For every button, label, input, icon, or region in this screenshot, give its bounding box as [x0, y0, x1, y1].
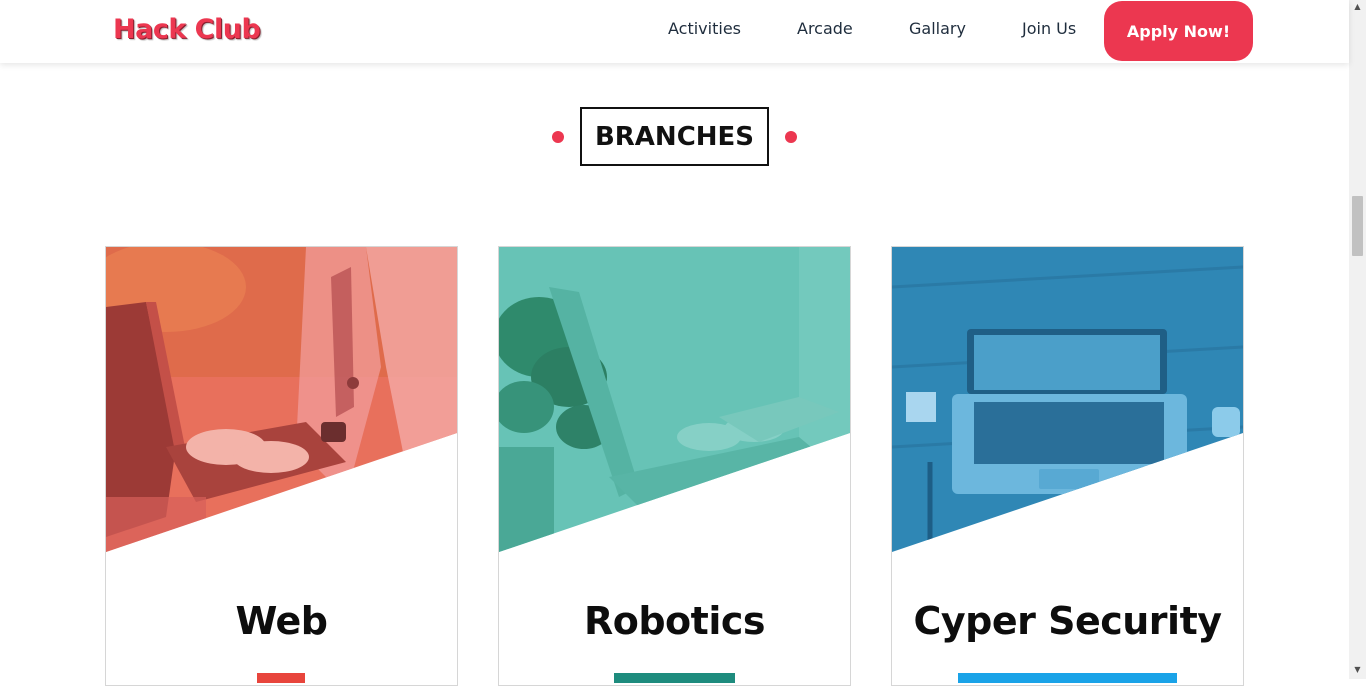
card-title-robotics: Robotics — [583, 599, 766, 643]
web-laptop-image — [106, 247, 457, 552]
page-scrollbar[interactable]: ▲ ▼ — [1349, 0, 1366, 679]
scroll-down-arrow-icon[interactable]: ▼ — [1349, 663, 1366, 677]
nav-link-arcade[interactable]: Arcade — [797, 19, 853, 38]
nav-link-gallary[interactable]: Gallary — [909, 19, 966, 38]
scroll-up-arrow-icon[interactable]: ▲ — [1349, 0, 1366, 14]
branches-heading: BRANCHES — [0, 107, 1349, 166]
card-accent-bar-robotics — [614, 673, 735, 683]
title-dot-left — [552, 131, 564, 143]
cyper-security-laptop-image — [892, 247, 1243, 552]
card-accent-bar-cyper-security — [958, 673, 1177, 683]
apply-now-button[interactable]: Apply Now! — [1104, 1, 1253, 61]
card-title-cyper-security: Cyper Security — [913, 599, 1222, 643]
card-accent-bar-web — [257, 673, 305, 683]
nav-link-activities[interactable]: Activities — [668, 19, 741, 38]
card-title-web: Web — [235, 599, 328, 643]
branch-card-web[interactable]: Web — [105, 246, 458, 686]
branch-card-cyper-security[interactable]: Cyper Security — [891, 246, 1244, 686]
section-title: BRANCHES — [580, 107, 769, 166]
site-header: Hack Club Activities Arcade Gallary Join… — [0, 0, 1349, 63]
robotics-laptop-image — [499, 247, 850, 552]
nav-link-join-us[interactable]: Join Us — [1022, 19, 1076, 38]
scroll-thumb[interactable] — [1352, 196, 1363, 256]
branch-card-robotics[interactable]: Robotics — [498, 246, 851, 686]
title-dot-right — [785, 131, 797, 143]
